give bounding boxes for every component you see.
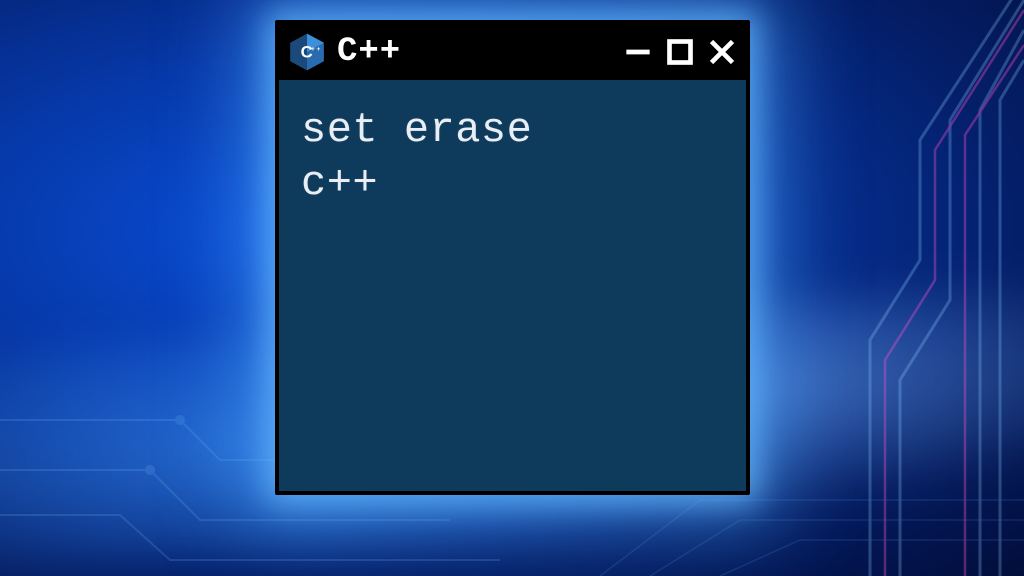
terminal-content: set erase c++ (279, 80, 746, 233)
window-controls (624, 38, 736, 66)
svg-text:+: + (311, 46, 315, 53)
maximize-button[interactable] (666, 38, 694, 66)
titlebar: C + + C++ (279, 24, 746, 80)
minimize-button[interactable] (624, 38, 652, 66)
cpp-logo-icon: C + + (287, 32, 327, 72)
code-line: c++ (301, 157, 724, 210)
code-line: set erase (301, 104, 724, 157)
close-button[interactable] (708, 38, 736, 66)
window-title: C++ (337, 33, 614, 71)
terminal-window: C + + C++ set erase c++ (275, 20, 750, 495)
svg-text:+: + (317, 46, 321, 53)
